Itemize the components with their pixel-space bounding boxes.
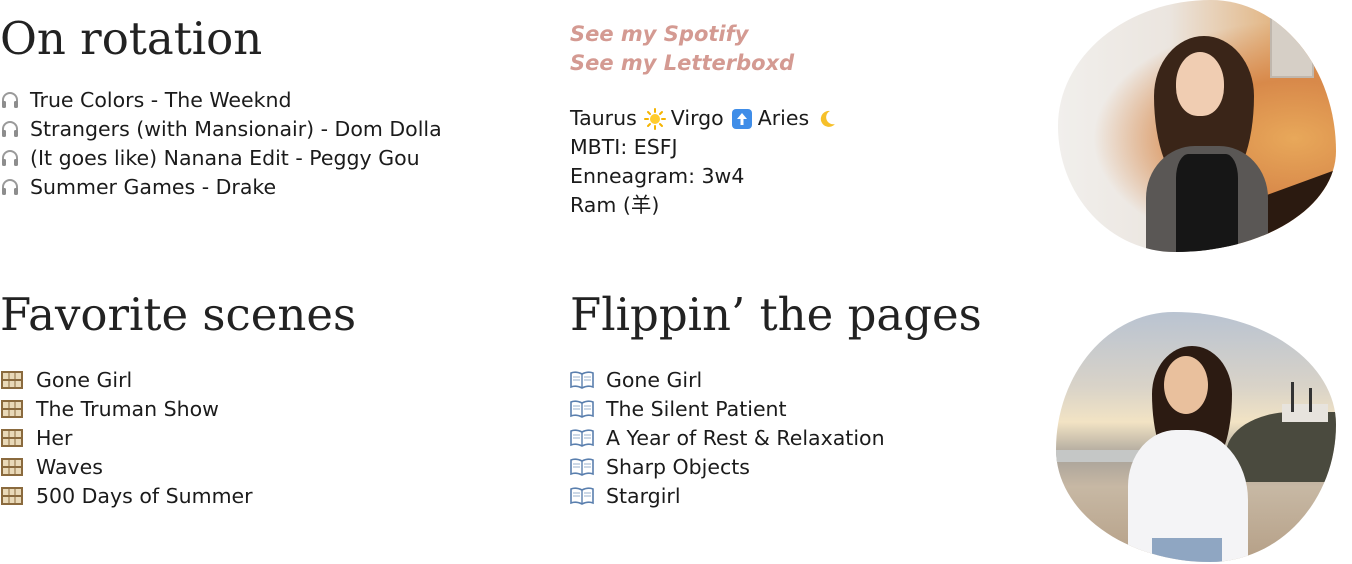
profile-info-section: See my Spotify See my Letterboxd Taurus … <box>570 20 843 220</box>
person-figure <box>1146 36 1268 252</box>
photo-shadow <box>1263 163 1336 252</box>
spotify-link[interactable]: See my Spotify <box>570 20 843 49</box>
movie-title: Her <box>36 425 73 450</box>
list-item: A Year of Rest & Relaxation <box>570 424 982 453</box>
open-book-icon <box>570 427 600 449</box>
list-item: Stargirl <box>570 482 982 511</box>
up-arrow-icon <box>730 107 754 131</box>
books-list: Gone Girl The Silent Patient A Year of R… <box>570 366 982 511</box>
enneagram-line: Enneagram: 3w4 <box>570 164 745 188</box>
on-rotation-list: True Colors - The Weeknd Strangers (with… <box>0 86 442 202</box>
track-label: True Colors - The Weeknd <box>30 87 292 112</box>
movie-title: Waves <box>36 454 103 479</box>
traits-block: Taurus Virgo Aries MBTI: ESFJ Enneagram:… <box>570 104 843 220</box>
list-item: Strangers (with Mansionair) - Dom Dolla <box>0 115 442 144</box>
flippin-pages-section: Flippin’ the pages Gone Girl The Silent … <box>570 290 982 511</box>
rising-sign: Virgo <box>670 106 724 130</box>
list-item: Her <box>0 424 356 453</box>
cliff-house <box>1282 404 1328 422</box>
film-frames-icon <box>0 369 30 391</box>
list-item: Waves <box>0 453 356 482</box>
book-title: A Year of Rest & Relaxation <box>606 425 885 450</box>
open-book-icon <box>570 485 600 507</box>
headphones-icon <box>0 118 26 140</box>
profile-photo-indoor <box>1058 0 1336 252</box>
moon-sign: Aries <box>757 106 810 130</box>
sun-icon <box>643 107 667 131</box>
favorite-scenes-list: Gone Girl The Truman Show Her Waves 500 … <box>0 366 356 511</box>
movie-title: The Truman Show <box>36 396 219 421</box>
mbti-line: MBTI: ESFJ <box>570 135 678 159</box>
book-title: Gone Girl <box>606 367 703 392</box>
list-item: True Colors - The Weeknd <box>0 86 442 115</box>
list-item: The Truman Show <box>0 395 356 424</box>
book-title: The Silent Patient <box>606 396 787 421</box>
film-frames-icon <box>0 485 30 507</box>
wall-frame <box>1270 6 1314 78</box>
palm-tree <box>1291 382 1294 412</box>
flippin-pages-heading: Flippin’ the pages <box>570 288 982 341</box>
zodiac-line: Taurus Virgo Aries <box>570 104 843 133</box>
headphones-icon <box>0 89 26 111</box>
track-label: Strangers (with Mansionair) - Dom Dolla <box>30 116 442 141</box>
list-item: Gone Girl <box>0 366 356 395</box>
film-frames-icon <box>0 398 30 420</box>
open-book-icon <box>570 456 600 478</box>
film-frames-icon <box>0 456 30 478</box>
list-item: Sharp Objects <box>570 453 982 482</box>
movie-title: Gone Girl <box>36 367 133 392</box>
headphones-icon <box>0 147 26 169</box>
list-item: Summer Games - Drake <box>0 173 442 202</box>
track-label: Summer Games - Drake <box>30 174 277 199</box>
open-book-icon <box>570 369 600 391</box>
headphones-icon <box>0 176 26 198</box>
book-title: Stargirl <box>606 483 681 508</box>
favorite-scenes-section: Favorite scenes Gone Girl The Truman Sho… <box>0 290 356 511</box>
chinese-zodiac-line: Ram (羊) <box>570 193 660 217</box>
movie-title: 500 Days of Summer <box>36 483 253 508</box>
list-item: Gone Girl <box>570 366 982 395</box>
list-item: The Silent Patient <box>570 395 982 424</box>
palm-tree <box>1309 388 1312 412</box>
open-book-icon <box>570 398 600 420</box>
list-item: (It goes like) Nanana Edit - Peggy Gou <box>0 144 442 173</box>
favorite-scenes-heading: Favorite scenes <box>0 288 357 341</box>
on-rotation-heading: On rotation <box>0 12 263 65</box>
letterboxd-link[interactable]: See my Letterboxd <box>570 49 843 78</box>
sun-sign: Taurus <box>570 106 637 130</box>
list-item: 500 Days of Summer <box>0 482 356 511</box>
on-rotation-section: On rotation True Colors - The Weeknd Str… <box>0 14 442 202</box>
book-title: Sharp Objects <box>606 454 750 479</box>
profile-photo-beach <box>1056 312 1336 562</box>
track-label: (It goes like) Nanana Edit - Peggy Gou <box>30 145 420 170</box>
film-frames-icon <box>0 427 30 449</box>
crescent-moon-icon <box>815 107 839 131</box>
